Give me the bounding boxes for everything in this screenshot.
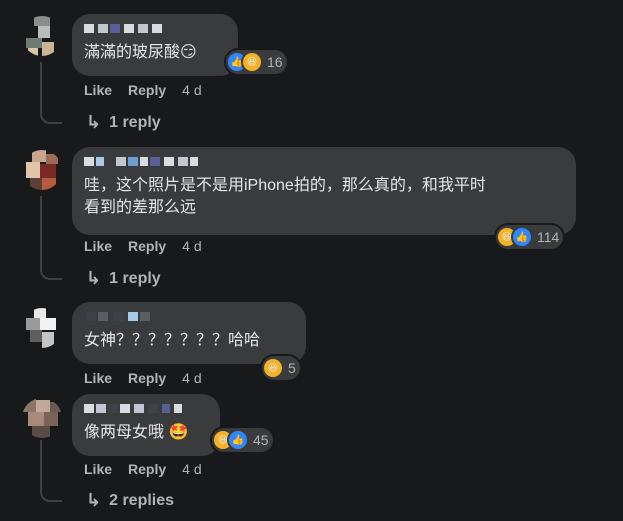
reply-button[interactable]: Reply [128, 370, 166, 386]
view-replies-link[interactable]: ↳ 2 replies [86, 490, 174, 511]
comment-text: 滿滿的玻尿酸😏 [84, 44, 197, 61]
author-name[interactable] [84, 22, 226, 36]
like-button[interactable]: Like [84, 82, 112, 98]
like-button[interactable]: Like [84, 238, 112, 254]
comment-timestamp[interactable]: 4 d [182, 461, 201, 477]
comment-bubble: 像两母女哦 🤩 [72, 394, 220, 456]
avatar[interactable] [22, 16, 62, 56]
reply-arrow-icon: ↳ [86, 112, 102, 132]
avatar[interactable] [22, 150, 62, 190]
reaction-count: 45 [253, 432, 269, 448]
like-button[interactable]: Like [84, 370, 112, 386]
comment-bubble: 哇，这个照片是不是用iPhone拍的，那么真的，和我平时 看到的差那么远 [72, 147, 576, 235]
like-button[interactable]: Like [84, 461, 112, 477]
reaction-summary[interactable]: 😆 👍 114 [496, 225, 564, 249]
like-icon: 👍 [229, 431, 247, 449]
comment-bubble: 滿滿的玻尿酸😏 [72, 14, 238, 76]
comment-timestamp[interactable]: 4 d [182, 370, 201, 386]
author-name[interactable] [84, 402, 208, 416]
reaction-count: 5 [288, 360, 296, 376]
replies-count-label: 1 reply [109, 113, 161, 131]
thread-line [40, 440, 62, 502]
reaction-summary[interactable]: 😆 👍 45 [212, 428, 273, 452]
comment-timestamp[interactable]: 4 d [182, 238, 201, 254]
reply-arrow-icon: ↳ [86, 490, 102, 510]
comment-bubble: 女神？？？？？？？哈哈 [72, 302, 306, 364]
avatar[interactable] [22, 398, 62, 438]
comment-text: 像两母女哦 🤩 [84, 424, 189, 441]
author-name[interactable] [84, 310, 294, 324]
avatar[interactable] [22, 308, 62, 348]
haha-icon: 😆 [243, 53, 261, 71]
replies-count-label: 2 replies [109, 491, 175, 509]
like-icon: 👍 [513, 228, 531, 246]
reply-arrow-icon: ↳ [86, 268, 102, 288]
view-replies-link[interactable]: ↳ 1 reply [86, 112, 161, 133]
reaction-summary[interactable]: 👍 😆 16 [226, 50, 287, 74]
reaction-summary[interactable]: 😆 5 [262, 356, 300, 380]
replies-count-label: 1 reply [109, 269, 161, 287]
haha-icon: 😆 [264, 359, 282, 377]
thread-line [40, 196, 62, 280]
comment-text: 女神？？？？？？？哈哈 [84, 332, 261, 349]
view-replies-link[interactable]: ↳ 1 reply [86, 268, 161, 289]
reaction-count: 16 [267, 54, 283, 70]
thread-line [40, 62, 62, 124]
comment-timestamp[interactable]: 4 d [182, 82, 201, 98]
reply-button[interactable]: Reply [128, 238, 166, 254]
reply-button[interactable]: Reply [128, 82, 166, 98]
reply-button[interactable]: Reply [128, 461, 166, 477]
author-name[interactable] [84, 155, 564, 169]
comment-text: 哇，这个照片是不是用iPhone拍的，那么真的，和我平时 看到的差那么远 [84, 177, 486, 216]
reaction-count: 114 [537, 229, 560, 245]
